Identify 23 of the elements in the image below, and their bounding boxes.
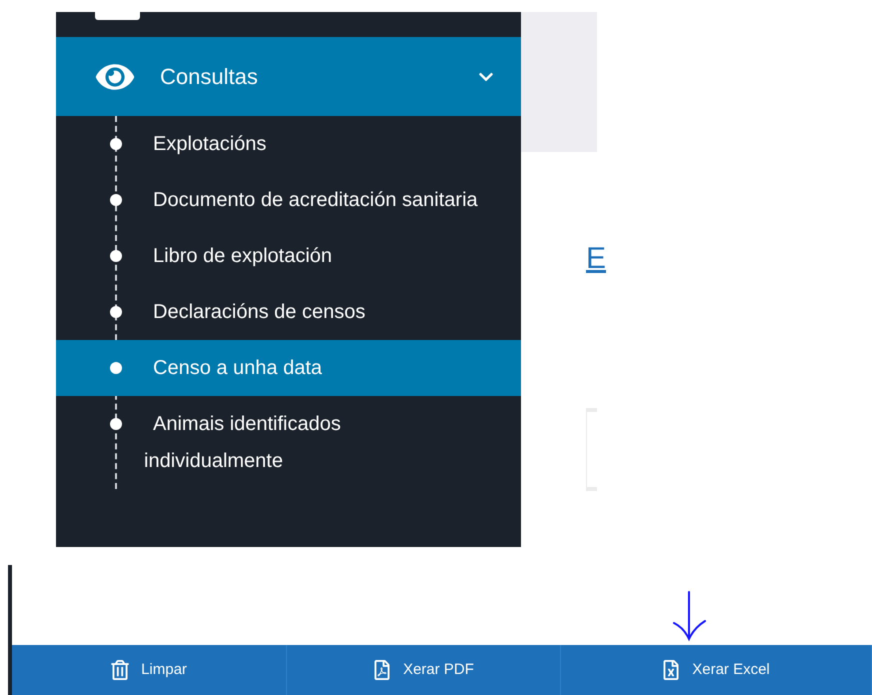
bullet-icon (110, 418, 122, 430)
menu-item[interactable]: Documento de acreditación sanitaria (56, 172, 521, 228)
section-label: Consultas (160, 63, 259, 91)
annotation-arrow (672, 590, 706, 642)
file-icon (373, 660, 392, 680)
bullet-icon (110, 194, 122, 206)
cut-off-icon (95, 12, 140, 20)
bullet-icon (110, 138, 122, 150)
content-link[interactable]: E (586, 242, 606, 276)
trash-icon (111, 660, 130, 680)
menu-section[interactable]: Consultas (56, 37, 521, 116)
menu-item[interactable]: Declaracións de censos (56, 284, 521, 340)
file-icon (662, 660, 680, 680)
toolbar-button[interactable]: Xerar PDF (287, 645, 561, 695)
menu-item[interactable]: Explotacións (56, 116, 521, 172)
bullet-icon (110, 362, 122, 374)
toolbar-button[interactable]: Limpar (12, 645, 287, 695)
bullet-icon (110, 250, 122, 262)
menu-item[interactable]: Animais identificados individualmente (56, 396, 521, 489)
bullet-icon (110, 306, 122, 318)
menu-item[interactable]: Libro de explotación (56, 228, 521, 284)
toolbar-button[interactable]: Xerar Excel (561, 645, 872, 695)
menu-item[interactable]: Censo a unha data (56, 340, 521, 396)
